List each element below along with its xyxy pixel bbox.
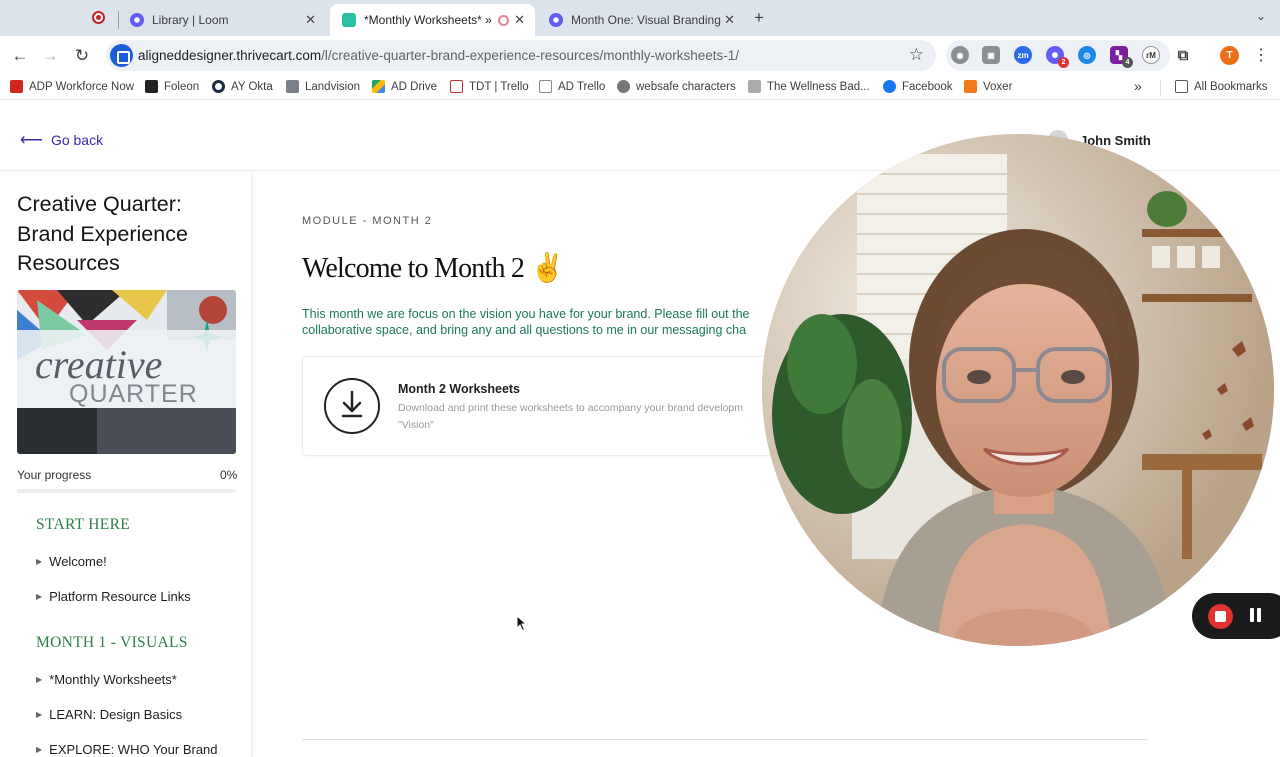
bookmarks-divider bbox=[1160, 80, 1161, 96]
loom-extension-icon[interactable]: ✺ 2 bbox=[1046, 46, 1069, 68]
reload-icon[interactable]: ↻ bbox=[70, 44, 94, 68]
folder-icon bbox=[1175, 80, 1188, 93]
close-icon[interactable]: ✕ bbox=[514, 12, 525, 28]
caret-right-icon: ▶ bbox=[36, 710, 43, 719]
address-bar[interactable]: aligneddesigner.thrivecart.com/l/creativ… bbox=[106, 40, 936, 71]
close-icon[interactable]: ✕ bbox=[305, 12, 316, 28]
course-thumbnail: creative QUARTER bbox=[17, 290, 236, 454]
intro-text: This month we are focus on the vision yo… bbox=[302, 307, 750, 337]
menu-kebab-icon[interactable]: ⋮ bbox=[1253, 45, 1269, 65]
arrow-left-icon: ⟵ bbox=[20, 132, 43, 149]
tab-search-chevron-icon[interactable]: ⌄ bbox=[1256, 9, 1266, 23]
facebook-icon bbox=[883, 80, 896, 93]
progress-label: Your progress bbox=[17, 468, 92, 482]
site-info-icon[interactable] bbox=[110, 44, 133, 67]
webcam-bubble[interactable] bbox=[762, 134, 1274, 646]
bookmark-item[interactable]: Voxer bbox=[964, 80, 1012, 93]
card-description: Download and print these worksheets to a… bbox=[398, 402, 743, 431]
pause-recording-button[interactable] bbox=[1250, 608, 1262, 622]
bookmark-item[interactable]: Foleon bbox=[145, 80, 199, 93]
lesson-design-basics[interactable]: ▶ LEARN: Design Basics bbox=[36, 707, 182, 722]
thumbnail-quarter-text: QUARTER bbox=[69, 380, 198, 408]
course-title: Creative Quarter: Brand Experience Resou… bbox=[17, 192, 188, 275]
bookmark-item[interactable]: ADP Workforce Now bbox=[10, 80, 134, 93]
page-title: Welcome to Month 2 ✌️ bbox=[302, 253, 565, 284]
more-bookmarks-chevron-icon[interactable]: » bbox=[1134, 78, 1142, 94]
all-bookmarks-folder[interactable]: All Bookmarks bbox=[1175, 80, 1268, 93]
thrivecart-icon bbox=[342, 13, 356, 27]
stop-recording-button[interactable] bbox=[1208, 604, 1233, 629]
progress-bar bbox=[17, 489, 236, 493]
browser-tab-strip: Library | Loom ✕ *Monthly Worksheets* » … bbox=[0, 0, 1280, 36]
recording-controls bbox=[1192, 593, 1280, 639]
bookmarks-bar: ADP Workforce Now Foleon AY Okta Landvis… bbox=[0, 76, 1280, 100]
loom-icon bbox=[549, 13, 563, 27]
presenter-video-frame bbox=[762, 134, 1274, 646]
progress-percent: 0% bbox=[220, 468, 238, 482]
tab-label: Month One: Visual Branding bbox=[571, 13, 721, 27]
blue-circle-icon[interactable]: ◎ bbox=[1078, 46, 1096, 64]
wellness-icon bbox=[748, 80, 761, 93]
bookmark-item[interactable]: Landvision bbox=[286, 80, 360, 93]
download-icon[interactable] bbox=[324, 378, 380, 434]
back-arrow-icon[interactable]: ← bbox=[8, 44, 32, 68]
adp-icon bbox=[10, 80, 23, 93]
tab-library-loom[interactable]: Library | Loom ✕ bbox=[118, 4, 326, 36]
caret-right-icon: ▶ bbox=[36, 592, 43, 601]
bookmark-item[interactable]: AD Drive bbox=[372, 80, 437, 93]
section-month-1-visuals: MONTH 1 - VISUALS bbox=[36, 634, 188, 651]
worksheet-download-card[interactable]: Month 2 Worksheets Download and print th… bbox=[302, 356, 822, 456]
lesson-platform-resource-links[interactable]: ▶ Platform Resource Links bbox=[36, 589, 191, 604]
purple-square-icon[interactable]: ▚ 4 bbox=[1110, 46, 1133, 68]
lesson-monthly-worksheets[interactable]: ▶ *Monthly Worksheets* bbox=[36, 672, 177, 687]
google-drive-icon bbox=[372, 80, 385, 93]
loom-icon bbox=[130, 13, 144, 27]
bookmark-item[interactable]: AY Okta bbox=[212, 80, 273, 93]
bookmark-star-icon[interactable]: ☆ bbox=[909, 45, 924, 65]
go-back-link[interactable]: ⟵ Go back bbox=[20, 130, 103, 150]
caret-right-icon: ▶ bbox=[36, 675, 43, 684]
websafe-icon bbox=[617, 80, 630, 93]
section-start-here: START HERE bbox=[36, 516, 130, 533]
bookmark-item[interactable]: Facebook bbox=[883, 80, 953, 93]
caret-right-icon: ▶ bbox=[36, 745, 43, 754]
foleon-icon bbox=[145, 80, 158, 93]
zoom-icon[interactable]: zm bbox=[1014, 46, 1032, 64]
content-divider bbox=[302, 739, 1147, 740]
tab-audio-icon bbox=[497, 14, 509, 26]
url-text[interactable]: aligneddesigner.thrivecart.com/l/creativ… bbox=[138, 48, 739, 63]
puzzle-icon[interactable]: ⧉ bbox=[1174, 46, 1192, 64]
bookmark-item[interactable]: websafe characters bbox=[617, 80, 736, 93]
tab-label: Library | Loom bbox=[152, 13, 229, 27]
caret-right-icon: ▶ bbox=[36, 557, 43, 566]
bookmark-item[interactable]: AD Trello bbox=[539, 80, 605, 93]
camera-icon[interactable]: ▣ bbox=[982, 46, 1000, 64]
voxer-icon bbox=[964, 80, 977, 93]
close-icon[interactable]: ✕ bbox=[724, 12, 735, 28]
tab-month-one[interactable]: Month One: Visual Branding ✕ bbox=[537, 4, 745, 36]
tab-label: *Monthly Worksheets* » bbox=[364, 13, 492, 27]
bookmark-item[interactable]: TDT | Trello bbox=[450, 80, 529, 93]
landvision-icon bbox=[286, 80, 299, 93]
course-sidebar: Creative Quarter: Brand Experience Resou… bbox=[0, 172, 252, 757]
recording-indicator-icon[interactable] bbox=[92, 11, 105, 24]
extension-grey-icon[interactable]: ◉ bbox=[951, 46, 969, 64]
tab-monthly-worksheets[interactable]: *Monthly Worksheets* » ✕ bbox=[330, 4, 535, 36]
bookmark-item[interactable]: The Wellness Bad... bbox=[748, 80, 870, 93]
new-tab-button[interactable]: + bbox=[754, 8, 764, 28]
lesson-welcome[interactable]: ▶ Welcome! bbox=[36, 554, 107, 569]
mouse-cursor-icon bbox=[516, 615, 528, 632]
go-back-label: Go back bbox=[50, 132, 104, 148]
card-title: Month 2 Worksheets bbox=[398, 382, 521, 396]
okta-icon bbox=[212, 80, 225, 93]
lesson-who-your-brand[interactable]: ▶ EXPLORE: WHO Your Brand bbox=[36, 742, 218, 757]
module-label: MODULE - MONTH 2 bbox=[302, 215, 433, 227]
trello-icon bbox=[539, 80, 552, 93]
forward-arrow-icon[interactable]: → bbox=[38, 44, 62, 68]
profile-avatar[interactable]: T bbox=[1220, 46, 1239, 65]
trello-icon bbox=[450, 80, 463, 93]
rm-icon[interactable]: rM bbox=[1142, 46, 1160, 64]
